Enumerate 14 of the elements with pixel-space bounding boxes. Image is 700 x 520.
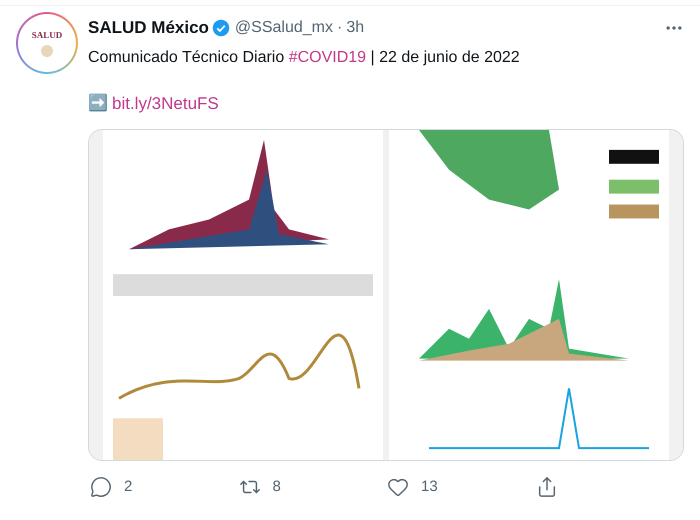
reply-button[interactable]: 2 — [90, 476, 238, 498]
separator: · — [336, 18, 342, 38]
like-button[interactable]: 13 — [387, 476, 536, 498]
author-name[interactable]: SALUD México — [88, 15, 209, 41]
emblem-icon — [41, 44, 53, 57]
arrow-emoji: ➡ — [88, 92, 108, 114]
retweet-button[interactable]: 8 — [238, 476, 387, 498]
avatar[interactable]: SALUD — [16, 12, 78, 74]
avatar-logo-text: SALUD — [32, 29, 62, 42]
tweet-text: Comunicado Técnico Diario #COVID19 | 22 de junio de 2022 — [88, 48, 521, 68]
tweet-link[interactable]: bit.ly/3NetuFS — [112, 91, 219, 116]
reply-icon — [90, 476, 112, 498]
tweet-time[interactable]: 3h — [346, 16, 364, 40]
author-handle[interactable]: @SSalud_mx — [234, 16, 333, 40]
